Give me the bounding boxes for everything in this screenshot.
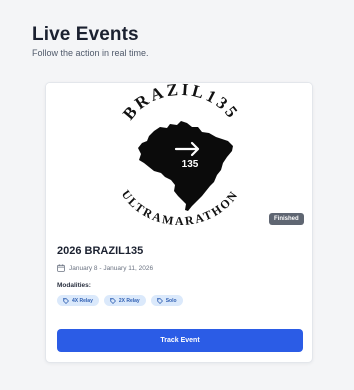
live-events-page: Live Events Follow the action in real ti…: [0, 0, 354, 390]
modalities-label: Modalities:: [57, 282, 91, 289]
event-date-row: January 8 - January 11, 2026: [57, 264, 303, 272]
event-date-range: January 8 - January 11, 2026: [69, 264, 154, 272]
brazil135-logo: BRAZIL135 135 ULTRAMARATHON: [119, 83, 243, 228]
modality-chip-solo: Solo: [150, 295, 183, 306]
event-details: 2026 BRAZIL135 January 8 - January 11, 2…: [57, 245, 303, 306]
map-number: 135: [182, 159, 199, 170]
calendar-icon: [57, 264, 65, 272]
modality-chip-label: 4X Relay: [72, 297, 93, 304]
event-image: BRAZIL135 135 ULTRAMARATHON Finished: [46, 83, 312, 233]
modality-chip-label: Solo: [165, 297, 177, 304]
page-title: Live Events: [32, 24, 139, 45]
page-header: Live Events Follow the action in real ti…: [32, 24, 149, 58]
page-subtitle: Follow the action in real time.: [32, 48, 149, 58]
tag-icon: [63, 297, 69, 304]
svg-text:BRAZIL135: BRAZIL135: [119, 83, 243, 123]
modality-chips: 4X Relay 2X Relay Solo: [57, 295, 303, 306]
event-title: 2026 BRAZIL135: [57, 245, 144, 257]
event-card: BRAZIL135 135 ULTRAMARATHON Finished 202…: [45, 82, 313, 363]
modality-chip-label: 2X Relay: [118, 297, 140, 304]
status-badge: Finished: [269, 213, 304, 225]
track-event-button[interactable]: Track Event: [57, 329, 303, 352]
modality-chip-2x-relay: 2X Relay: [103, 295, 146, 306]
modality-chip-4x-relay: 4X Relay: [57, 295, 99, 306]
tag-icon: [110, 297, 116, 304]
logo-text-top: BRAZIL135: [119, 83, 240, 123]
tag-icon: [156, 297, 163, 304]
